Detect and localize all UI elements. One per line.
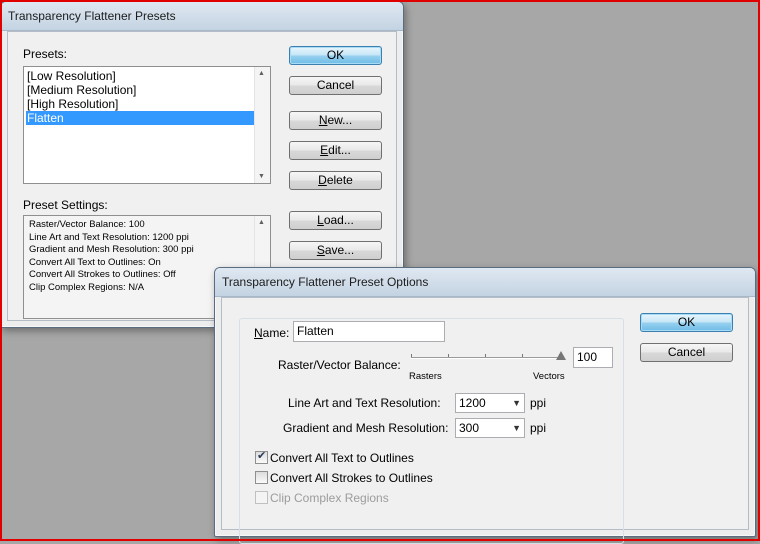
name-label-text: ame: (262, 326, 290, 340)
preset-setting-line: Convert All Strokes to Outlines: Off (29, 269, 176, 280)
load-button-label: oad... (323, 213, 354, 227)
balance-value-input[interactable]: 100 (573, 347, 613, 368)
preset-list-item[interactable]: [Low Resolution] (26, 69, 254, 83)
preset-setting-line: Gradient and Mesh Resolution: 300 ppi (29, 244, 194, 255)
gradient-resolution-combo[interactable]: 300 ▼ (455, 418, 525, 438)
save-button-label: ave... (324, 243, 355, 257)
presets-cancel-button[interactable]: Cancel (289, 76, 382, 95)
presets-delete-button[interactable]: Delete (289, 171, 382, 190)
presets-scrollbar[interactable]: ▲ ▼ (254, 67, 270, 183)
gradient-resolution-value: 300 (459, 421, 480, 435)
line-art-resolution-combo[interactable]: 1200 ▼ (455, 393, 525, 413)
preset-setting-line: Clip Complex Regions: N/A (29, 281, 145, 293)
slider-track (411, 357, 561, 359)
slider-max-label: Vectors (533, 371, 565, 382)
preset-settings-label: Preset Settings: (23, 198, 108, 212)
slider-tick (448, 354, 449, 357)
preset-list-item[interactable]: Flatten (26, 111, 254, 125)
line-art-resolution-label: Line Art and Text Resolution: (288, 396, 441, 410)
preset-setting-line: Line Art and Text Resolution: 1200 ppi (29, 231, 189, 243)
convert-strokes-checkbox[interactable] (255, 471, 268, 484)
preset-setting-line: Raster/Vector Balance: 100 (29, 219, 145, 230)
convert-strokes-label[interactable]: Convert All Strokes to Outlines (270, 471, 433, 485)
presets-dialog-title: Transparency Flattener Presets (8, 9, 176, 23)
options-ok-button[interactable]: OK (640, 313, 733, 332)
scroll-up-arrow-icon[interactable]: ▲ (258, 70, 265, 77)
slider-tick (485, 354, 486, 357)
presets-new-button[interactable]: New... (289, 111, 382, 130)
convert-text-label[interactable]: Convert All Text to Outlines (270, 451, 414, 465)
slider-thumb[interactable] (556, 351, 566, 360)
name-label: Name: (254, 326, 290, 340)
edit-button-label: dit... (328, 143, 351, 157)
clip-complex-regions-label: Clip Complex Regions (270, 491, 389, 505)
balance-label: Raster/Vector Balance: (278, 358, 401, 372)
presets-load-button[interactable]: Load... (289, 211, 382, 230)
preset-list-item[interactable]: [Medium Resolution] (26, 83, 254, 97)
slider-tick (411, 354, 412, 357)
slider-tick (522, 354, 523, 357)
clip-complex-regions-checkbox (255, 491, 268, 504)
presets-ok-button[interactable]: OK (289, 46, 382, 65)
line-art-ppi-unit: ppi (530, 396, 547, 410)
balance-slider[interactable]: Rasters Vectors (409, 351, 566, 392)
preset-list-item[interactable]: [High Resolution] (26, 97, 254, 111)
gradient-ppi-unit: ppi (530, 421, 547, 435)
options-dialog-client: Name: Flatten Raster/Vector Balance: Ras… (221, 297, 749, 544)
presets-listbox[interactable]: [Low Resolution] [Medium Resolution] [High… (23, 66, 271, 184)
chevron-down-icon[interactable]: ▼ (512, 394, 521, 412)
name-input[interactable]: Flatten (293, 321, 445, 342)
options-dialog-titlebar[interactable]: Transparency Flattener Preset Options (215, 268, 755, 297)
line-art-resolution-value: 1200 (459, 396, 486, 410)
settings-scroll-up-arrow-icon[interactable]: ▲ (258, 219, 265, 226)
presets-save-button[interactable]: Save... (289, 241, 382, 260)
options-cancel-button[interactable]: Cancel (640, 343, 733, 362)
presets-dialog-titlebar[interactable]: Transparency Flattener Presets (1, 2, 403, 31)
options-dialog-title: Transparency Flattener Preset Options (222, 275, 429, 289)
presets-edit-button[interactable]: Edit... (289, 141, 382, 160)
new-button-label: ew... (327, 113, 353, 127)
scroll-down-arrow-icon[interactable]: ▼ (258, 173, 265, 180)
slider-min-label: Rasters (409, 371, 442, 382)
gradient-resolution-label: Gradient and Mesh Resolution: (283, 421, 449, 435)
delete-button-label: elete (326, 173, 353, 187)
preset-options-dialog: Transparency Flattener Preset Options Na… (214, 267, 756, 544)
presets-label: Presets: (23, 47, 68, 61)
chevron-down-icon[interactable]: ▼ (512, 419, 521, 437)
convert-text-checkbox[interactable] (255, 449, 268, 464)
preset-setting-line: Convert All Text to Outlines: On (29, 256, 161, 268)
